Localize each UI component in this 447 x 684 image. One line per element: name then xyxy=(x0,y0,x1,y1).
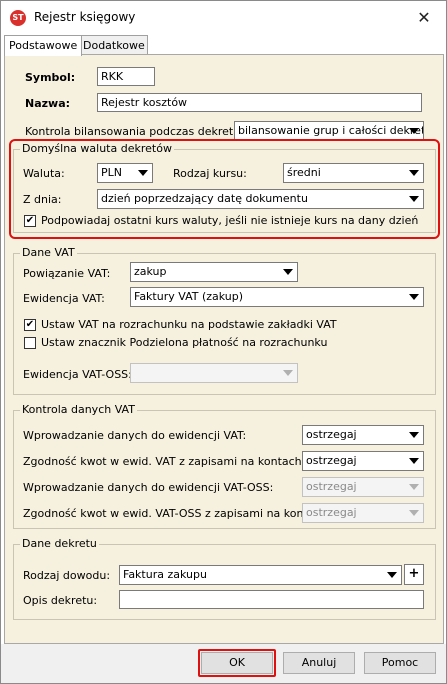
title-bar[interactable]: ST Rejestr księgowy ✕ xyxy=(1,1,446,33)
opis-dekretu-field[interactable] xyxy=(119,590,424,609)
rodzaj-dowodu-label: Rodzaj dowodu: xyxy=(23,569,111,582)
ustaw-vat-checkbox[interactable]: ✔ xyxy=(24,319,36,331)
ustaw-znacznik-label: Ustaw znacznik Podzielona płatność na ro… xyxy=(41,336,328,349)
kontrola-row-select[interactable]: ostrzegaj xyxy=(302,477,424,497)
highlight-frame xyxy=(9,139,440,239)
tab-podstawowe[interactable]: Podstawowe xyxy=(4,35,82,56)
kontrola-row-select[interactable]: ostrzegaj xyxy=(302,451,424,471)
kontrola-row-value: ostrzegaj xyxy=(306,480,357,493)
ewidencja-vat-oss-label: Ewidencja VAT-OSS: xyxy=(23,368,132,381)
chevron-down-icon xyxy=(409,128,419,134)
symbol-label: Symbol: xyxy=(25,71,76,84)
vat-group-title: Dane VAT xyxy=(20,246,77,259)
ewidencja-vat-label: Ewidencja VAT: xyxy=(23,292,105,305)
ewidencja-vat-oss-select[interactable] xyxy=(130,363,298,383)
chevron-down-icon xyxy=(409,294,419,300)
kontrola-row-label: Wprowadzanie danych do ewidencji VAT-OSS… xyxy=(23,481,274,494)
kontrola-row-value: ostrzegaj xyxy=(306,428,357,441)
button-bar: OK Anuluj Pomoc xyxy=(1,644,446,683)
add-button[interactable]: + xyxy=(404,564,424,585)
kontrola-bilansowania-value: bilansowanie grup i całości dekretu xyxy=(238,124,424,137)
dekret-group-title: Dane dekretu xyxy=(20,537,99,550)
rodzaj-dowodu-value: Faktura zakupu xyxy=(123,568,207,581)
powiazanie-vat-value: zakup xyxy=(134,265,167,278)
app-logo-icon: ST xyxy=(10,10,26,26)
chevron-down-icon xyxy=(283,370,293,376)
nazwa-field[interactable]: Rejestr kosztów xyxy=(97,93,422,112)
chevron-down-icon xyxy=(409,458,419,464)
chevron-down-icon xyxy=(283,269,293,275)
kontrola-vat-group-title: Kontrola danych VAT xyxy=(20,403,137,416)
kontrola-row-value: ostrzegaj xyxy=(306,506,357,519)
kontrola-bilansowania-label: Kontrola bilansowania podczas dekretacji… xyxy=(25,125,256,138)
kontrola-row-select[interactable]: ostrzegaj xyxy=(302,503,424,523)
main-panel: Symbol: RKK Nazwa: Rejestr kosztów Kontr… xyxy=(4,54,444,644)
kontrola-row-label: Zgodność kwot w ewid. VAT-OSS z zapisami… xyxy=(23,507,332,520)
ewidencja-vat-select[interactable]: Faktury VAT (zakup) xyxy=(130,287,424,307)
kontrola-row-value: ostrzegaj xyxy=(306,454,357,467)
close-icon[interactable]: ✕ xyxy=(410,7,438,29)
kontrola-bilansowania-select[interactable]: bilansowanie grup i całości dekretu xyxy=(234,121,424,141)
kontrola-row-select[interactable]: ostrzegaj xyxy=(302,425,424,445)
symbol-field[interactable]: RKK xyxy=(97,67,155,86)
powiazanie-vat-label: Powiązanie VAT: xyxy=(23,267,111,280)
kontrola-row-label: Wprowadzanie danych do ewidencji VAT: xyxy=(23,429,247,442)
chevron-down-icon xyxy=(409,484,419,490)
tab-dodatkowe[interactable]: Dodatkowe xyxy=(78,35,148,55)
ewidencja-vat-value: Faktury VAT (zakup) xyxy=(134,290,244,303)
anuluj-button[interactable]: Anuluj xyxy=(283,652,355,674)
ok-highlight-frame xyxy=(198,649,276,677)
pomoc-button[interactable]: Pomoc xyxy=(364,652,436,674)
dialog-window: ST Rejestr księgowy ✕ Podstawowe Dodatko… xyxy=(0,0,447,684)
chevron-down-icon xyxy=(409,510,419,516)
rodzaj-dowodu-select[interactable]: Faktura zakupu xyxy=(119,565,402,585)
nazwa-label: Nazwa: xyxy=(25,97,71,110)
window-title: Rejestr księgowy xyxy=(34,10,136,24)
kontrola-row-label: Zgodność kwot w ewid. VAT z zapisami na … xyxy=(23,455,306,468)
chevron-down-icon xyxy=(387,572,397,578)
ustaw-vat-label: Ustaw VAT na rozrachunku na podstawie za… xyxy=(41,318,337,331)
opis-dekretu-label: Opis dekretu: xyxy=(23,594,98,607)
powiazanie-vat-select[interactable]: zakup xyxy=(130,262,298,282)
chevron-down-icon xyxy=(409,432,419,438)
ustaw-znacznik-checkbox[interactable] xyxy=(24,337,36,349)
